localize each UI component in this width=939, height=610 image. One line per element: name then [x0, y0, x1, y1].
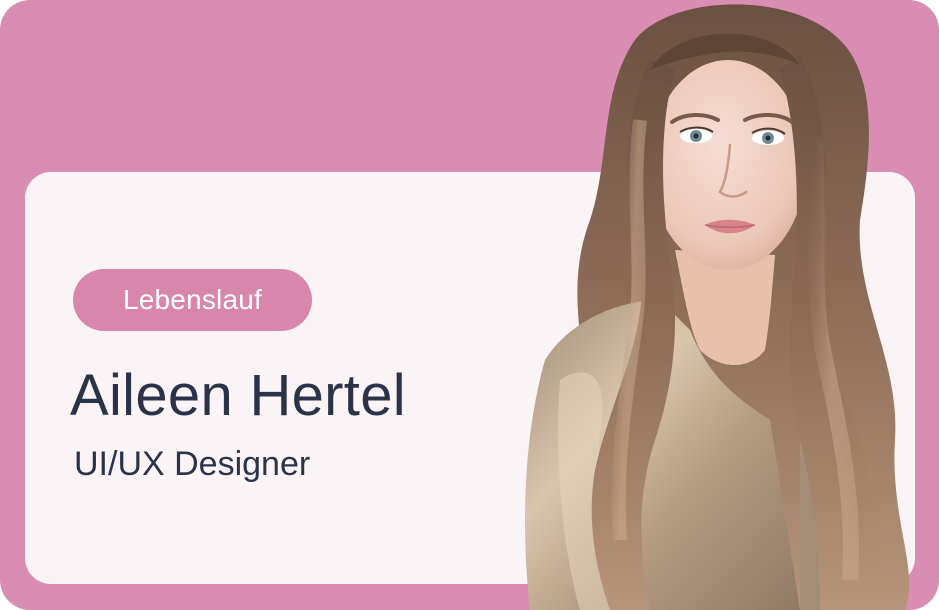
cv-cover-card: Lebenslauf Aileen Hertel UI/UX Designer — [0, 0, 939, 610]
document-type-badge: Lebenslauf — [73, 269, 312, 331]
portrait-photo — [525, 4, 910, 610]
job-title: UI/UX Designer — [74, 445, 311, 483]
person-name: Aileen Hertel — [70, 363, 406, 428]
